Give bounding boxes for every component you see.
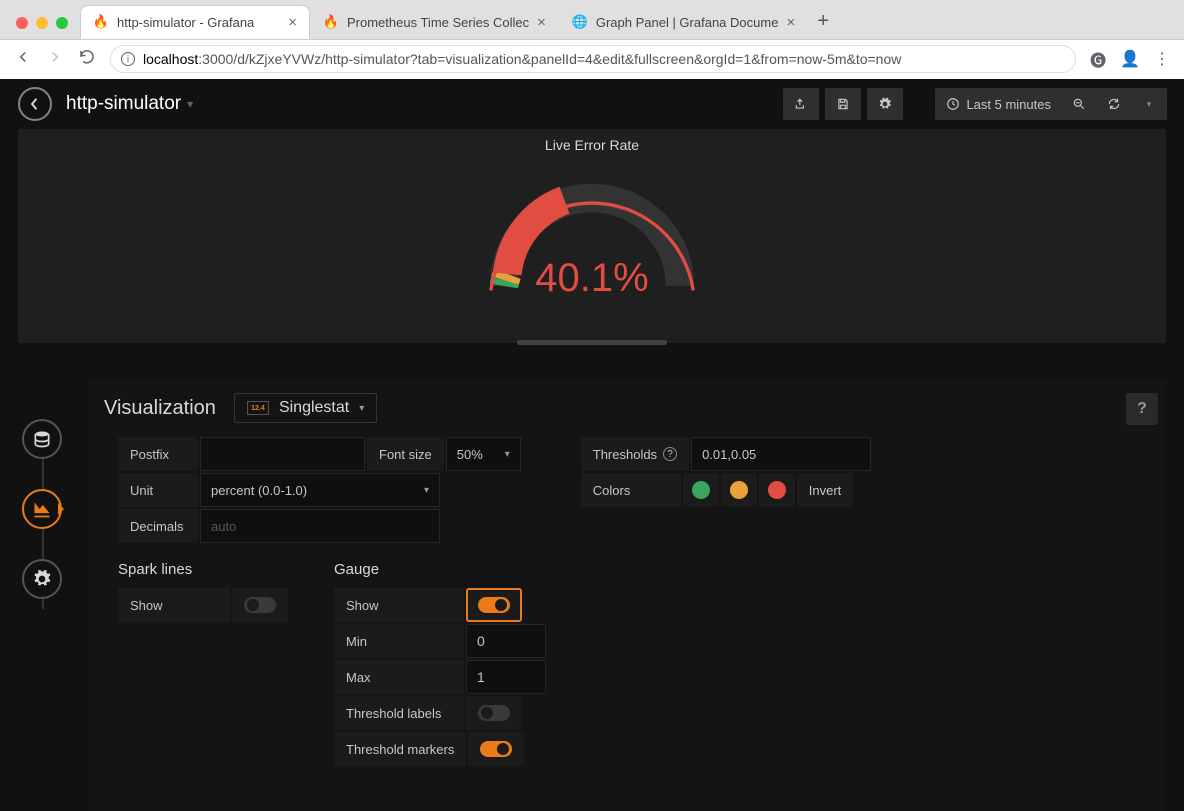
back-icon[interactable] — [14, 48, 32, 71]
browser-tab-2[interactable]: 🌐 Graph Panel | Grafana Docume × — [559, 5, 808, 39]
tab-title: Graph Panel | Grafana Docume — [596, 15, 779, 30]
invert-button[interactable]: Invert — [797, 473, 854, 507]
browser-tab-1[interactable]: 🔥 Prometheus Time Series Collec × — [310, 5, 559, 39]
help-icon[interactable]: ? — [663, 447, 677, 461]
fontsize-label: Font size — [367, 437, 444, 471]
close-icon[interactable]: × — [537, 14, 546, 31]
nav-queries[interactable] — [22, 419, 62, 459]
decimals-input[interactable] — [200, 509, 440, 543]
tab-title: Prometheus Time Series Collec — [347, 15, 529, 30]
browser-tab-0[interactable]: 🔥 http-simulator - Grafana × — [80, 5, 310, 39]
chevron-down-icon: ▾ — [187, 97, 193, 111]
save-button[interactable] — [825, 88, 861, 120]
threshold-labels-label: Threshold labels — [334, 696, 464, 730]
threshold-markers-label: Threshold markers — [334, 732, 466, 766]
gauge-max-label: Max — [334, 660, 464, 694]
nav-general[interactable] — [22, 559, 62, 599]
threshold-labels-toggle[interactable] — [466, 696, 522, 730]
decimals-label: Decimals — [118, 509, 198, 543]
panel-title: Live Error Rate — [18, 129, 1166, 153]
site-info-icon[interactable]: i — [121, 52, 135, 66]
spark-show-toggle[interactable] — [232, 588, 288, 622]
thresholds-label: Thresholds? — [581, 437, 689, 471]
visualization-picker[interactable]: 12.4 Singlestat ▾ — [234, 393, 377, 423]
gauge-min-label: Min — [334, 624, 464, 658]
chevron-down-icon: ▾ — [359, 403, 364, 414]
unit-label: Unit — [118, 473, 198, 507]
refresh-interval-button[interactable]: ▾ — [1131, 88, 1167, 120]
gauge-max-input[interactable] — [466, 660, 546, 694]
gauge-heading: Gauge — [334, 561, 546, 578]
editor-tab-title: Visualization — [104, 397, 216, 420]
color-swatch-2[interactable] — [721, 473, 757, 507]
gauge-show-toggle[interactable] — [466, 588, 522, 622]
close-icon[interactable]: × — [288, 14, 297, 31]
gauge-chart: 40.1% — [482, 161, 702, 301]
gauge-value: 40.1% — [482, 256, 702, 301]
refresh-button[interactable] — [1096, 88, 1132, 120]
color-swatch-3[interactable] — [759, 473, 795, 507]
profile-icon[interactable]: 👤 — [1120, 49, 1140, 69]
fontsize-select[interactable]: 50%▾ — [446, 437, 521, 471]
menu-icon[interactable]: ⋮ — [1154, 49, 1170, 69]
dashboard-title[interactable]: http-simulator ▾ — [66, 93, 193, 115]
translate-icon[interactable]: 🅖 — [1090, 47, 1106, 71]
colors-label: Colors — [581, 473, 681, 507]
postfix-input[interactable] — [200, 437, 365, 471]
nav-visualization[interactable] — [22, 489, 62, 529]
time-range-button[interactable]: Last 5 minutes — [935, 88, 1062, 120]
gauge-show-label: Show — [334, 588, 464, 622]
close-icon[interactable]: × — [786, 14, 795, 31]
share-button[interactable] — [783, 88, 819, 120]
postfix-label: Postfix — [118, 437, 198, 471]
prometheus-favicon-icon: 🔥 — [323, 14, 339, 30]
color-swatch-1[interactable] — [683, 473, 719, 507]
back-button[interactable] — [18, 87, 52, 121]
mac-traffic-lights[interactable] — [10, 17, 80, 39]
tab-title: http-simulator - Grafana — [117, 15, 254, 30]
panel-resize-handle[interactable] — [517, 340, 667, 345]
zoom-out-button[interactable] — [1061, 88, 1097, 120]
singlestat-thumb-icon: 12.4 — [247, 401, 269, 415]
globe-favicon-icon: 🌐 — [572, 14, 588, 30]
grafana-favicon-icon: 🔥 — [93, 14, 109, 30]
url-path: :3000/d/kZjxeYVWz/http-simulator?tab=vis… — [198, 51, 901, 67]
panel-preview: Live Error Rate 40.1% — [18, 129, 1166, 343]
thresholds-input[interactable] — [691, 437, 871, 471]
help-button[interactable]: ? — [1126, 393, 1158, 425]
settings-button[interactable] — [867, 88, 903, 120]
unit-select[interactable]: percent (0.0-1.0)▾ — [200, 473, 440, 507]
reload-icon[interactable] — [78, 48, 96, 71]
gauge-min-input[interactable] — [466, 624, 546, 658]
new-tab-button[interactable]: + — [808, 10, 838, 39]
url-bar[interactable]: i localhost:3000/d/kZjxeYVWz/http-simula… — [110, 45, 1076, 73]
spark-show-label: Show — [118, 588, 230, 622]
url-host: localhost — [143, 51, 198, 67]
threshold-markers-toggle[interactable] — [468, 732, 524, 766]
sparklines-heading: Spark lines — [118, 561, 288, 578]
forward-icon[interactable] — [46, 48, 64, 71]
